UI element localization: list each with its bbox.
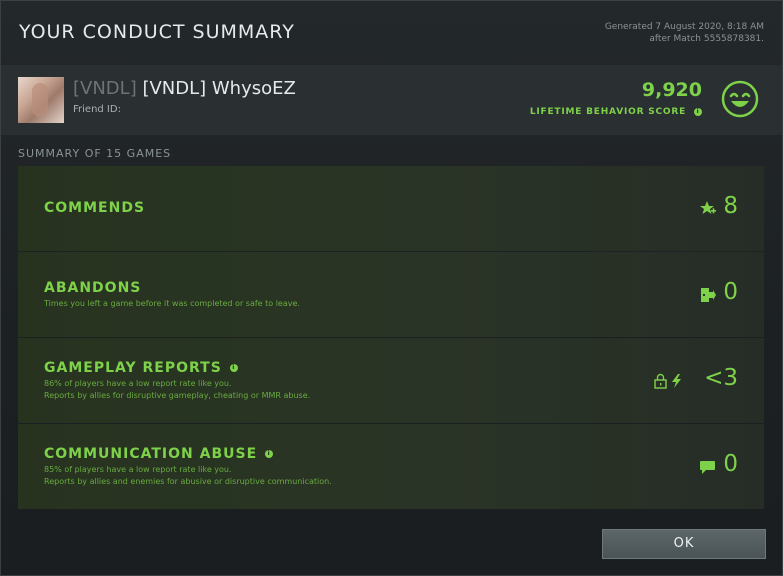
card-title: GAMEPLAY REPORTS (44, 360, 222, 376)
card-gameplay-reports: GAMEPLAY REPORTS i 86% of players have a … (18, 338, 764, 423)
card-description-line: 86% of players have a low report rate li… (44, 379, 232, 388)
info-icon[interactable]: i (694, 107, 702, 116)
card-description: 86% of players have a low report rate li… (44, 378, 310, 402)
summary-label: SUMMARY OF 15 GAMES (18, 147, 172, 160)
card-value: <3 (704, 365, 738, 391)
player-tag-dim: [VNDL] (73, 78, 137, 99)
player-name-text: [VNDL] WhysoEZ (142, 78, 296, 99)
exit-door-icon (701, 288, 716, 302)
card-description-line: Reports by allies and enemies for abusiv… (44, 477, 332, 486)
dialog-title: YOUR CONDUCT SUMMARY (19, 21, 295, 43)
card-description-line: 85% of players have a low report rate li… (44, 465, 232, 474)
card-communication-abuse: COMMUNICATION ABUSE i 85% of players have… (18, 424, 764, 509)
summary-cards: COMMENDS 8 ABANDONS Times you left a gam… (18, 166, 764, 510)
card-title-row: GAMEPLAY REPORTS i (44, 360, 238, 376)
card-commends: COMMENDS 8 (18, 166, 764, 251)
card-description: 85% of players have a low report rate li… (44, 464, 332, 488)
card-title-row: COMMUNICATION ABUSE i (44, 446, 274, 462)
lock-icon (654, 373, 667, 389)
star-plus-icon (700, 201, 716, 214)
behavior-score: 9,920 (641, 79, 702, 101)
friend-id-label: Friend ID: (73, 104, 121, 115)
smiley-face-icon (721, 80, 759, 118)
player-name: [VNDL] [VNDL] WhysoEZ (73, 78, 296, 99)
lightning-icon (672, 374, 681, 388)
generated-date: Generated 7 August 2020, 8:18 AM (604, 22, 764, 32)
lock-lightning-icons (654, 373, 681, 389)
card-title: ABANDONS (44, 280, 142, 296)
conduct-summary-dialog: YOUR CONDUCT SUMMARY Generated 7 August … (0, 0, 783, 576)
profile-bar: [VNDL] [VNDL] WhysoEZ Friend ID: 9,920 L… (1, 65, 782, 135)
card-description: Times you left a game before it was comp… (44, 299, 300, 308)
avatar[interactable] (18, 77, 64, 123)
card-abandons: ABANDONS Times you left a game before it… (18, 252, 764, 337)
behavior-score-label-row: LIFETIME BEHAVIOR SCORE i (530, 107, 702, 117)
dialog-header: YOUR CONDUCT SUMMARY Generated 7 August … (1, 1, 782, 65)
card-value: 8 (723, 193, 738, 219)
ok-button[interactable]: OK (602, 529, 766, 559)
card-description-line: Reports by allies for disruptive gamepla… (44, 391, 311, 400)
card-title: COMMENDS (44, 200, 146, 216)
card-value: 0 (723, 279, 738, 305)
card-title: COMMUNICATION ABUSE (44, 446, 258, 462)
chat-bubble-icon (700, 461, 715, 474)
generated-info: Generated 7 August 2020, 8:18 AM after M… (605, 21, 764, 45)
info-icon[interactable]: i (229, 364, 238, 372)
generated-match: after Match 5555878381. (649, 34, 764, 44)
behavior-score-label: LIFETIME BEHAVIOR SCORE (529, 107, 687, 117)
info-icon[interactable]: i (265, 450, 274, 458)
card-value: 0 (723, 451, 738, 477)
